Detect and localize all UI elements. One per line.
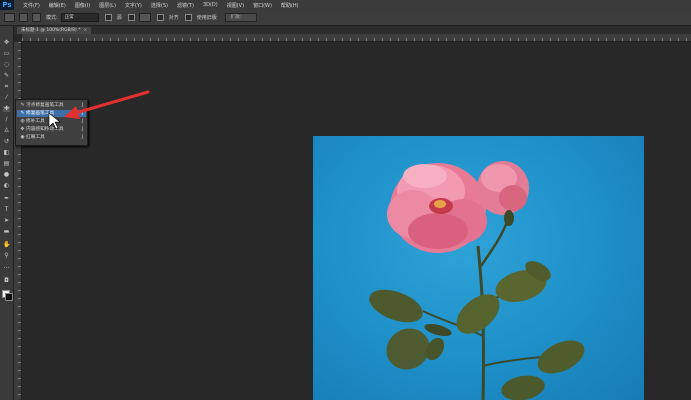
- content-aware-move-icon: ✥: [20, 127, 25, 132]
- flyout-item-spot-healing-brush[interactable]: ✎ 污点修复画笔工具 J: [17, 102, 86, 109]
- clone-source-panel-button[interactable]: [32, 13, 41, 22]
- menu-3d[interactable]: 3D(D): [203, 2, 218, 8]
- menu-help[interactable]: 帮助(H): [281, 2, 299, 9]
- healing-brush-icon: ✎: [20, 111, 25, 116]
- menu-layer[interactable]: 图层(L): [99, 2, 116, 9]
- brush-preset-picker[interactable]: [19, 13, 28, 22]
- shape-tool-icon[interactable]: ▬: [3, 229, 10, 235]
- pen-tool-icon[interactable]: ✒: [3, 196, 10, 202]
- legacy-label: 使用旧版: [196, 15, 217, 21]
- eraser-tool-icon[interactable]: ◧: [3, 150, 10, 156]
- menu-file[interactable]: 文件(F): [23, 2, 40, 9]
- rose-image: [369, 161, 585, 400]
- flyout-item-shortcut: J: [81, 103, 83, 108]
- type-tool-icon[interactable]: T: [3, 207, 10, 213]
- zoom-tool-icon[interactable]: ⚲: [3, 253, 10, 259]
- brush-tool-icon[interactable]: ∕: [3, 117, 10, 123]
- diffusion-field[interactable]: 扩散:: [224, 13, 257, 22]
- document-tab-title: 未标题-1 @ 100%(RGB/8) *: [21, 28, 81, 33]
- document-tab-bar: 未标题-1 @ 100%(RGB/8) * ×: [14, 26, 691, 34]
- menu-edit[interactable]: 编辑(E): [49, 2, 66, 9]
- aligned-checkbox[interactable]: [156, 14, 164, 21]
- crop-tool-icon[interactable]: ⌗: [3, 84, 10, 90]
- mode-label: 模式:: [46, 15, 58, 21]
- path-select-tool-icon[interactable]: ➤: [3, 218, 10, 224]
- flyout-item-patch[interactable]: ◍修补工具 J: [17, 118, 86, 125]
- gradient-tool-icon[interactable]: ▤: [3, 161, 10, 167]
- patch-icon: ◍: [20, 119, 25, 124]
- healing-tools-flyout: ✎ 污点修复画笔工具 J ✎ 修复画笔工具 J ◍修补工具 J ✥ 内容感知移动工具 J ◉红…: [15, 99, 88, 146]
- flyout-item-shortcut: J: [81, 135, 83, 140]
- flyout-item-healing-brush[interactable]: ✎ 修复画笔工具 J: [17, 110, 86, 117]
- flyout-item-shortcut: J: [81, 111, 83, 116]
- tool-preset-picker[interactable]: [4, 13, 15, 22]
- mode-select[interactable]: 正常: [60, 13, 99, 22]
- options-bar: 模式: 正常 源 对齐 使用旧版 扩散:: [0, 10, 691, 26]
- pattern-picker[interactable]: [138, 13, 151, 22]
- red-eye-icon: ◉: [20, 135, 25, 140]
- flyout-item-shortcut: J: [81, 127, 83, 132]
- menu-type[interactable]: 文字(Y): [125, 2, 142, 9]
- spot-healing-brush-icon: ✎: [20, 103, 25, 108]
- flyout-item-label: 污点修复画笔工具: [26, 103, 64, 108]
- horizontal-ruler[interactable]: [22, 34, 691, 42]
- history-brush-tool-icon[interactable]: ↺: [3, 139, 10, 145]
- flyout-item-label: 红眼工具: [26, 135, 45, 140]
- menu-select[interactable]: 选择(S): [151, 2, 168, 9]
- aligned-label: 对齐: [168, 15, 179, 21]
- hand-tool-icon[interactable]: ✋: [3, 242, 10, 248]
- menu-bar: Ps 文件(F) 编辑(E) 图像(I) 图层(L) 文字(Y) 选择(S) 滤…: [0, 0, 691, 10]
- screen-mode-icon[interactable]: [3, 289, 10, 295]
- clone-stamp-tool-icon[interactable]: ♙: [3, 128, 10, 134]
- lasso-tool-icon[interactable]: ◌: [3, 62, 10, 68]
- source-label: 源: [116, 15, 122, 21]
- vertical-ruler[interactable]: [14, 42, 22, 400]
- source-radio[interactable]: [104, 14, 112, 21]
- move-tool-icon[interactable]: ✥: [3, 40, 10, 46]
- document-tab[interactable]: 未标题-1 @ 100%(RGB/8) * ×: [17, 27, 92, 34]
- flyout-item-label: 内容感知移动工具: [26, 127, 64, 132]
- flyout-item-content-aware-move[interactable]: ✥ 内容感知移动工具 J: [17, 126, 86, 133]
- rose-photo[interactable]: [313, 136, 644, 400]
- pattern-radio[interactable]: [127, 14, 135, 21]
- quick-mask-icon[interactable]: ◘: [3, 278, 10, 284]
- flyout-item-label: 修复画笔工具: [26, 111, 55, 116]
- flyout-item-red-eye[interactable]: ◉红眼工具 J: [17, 134, 86, 141]
- quick-select-tool-icon[interactable]: ✎: [3, 73, 10, 79]
- menu-filter[interactable]: 滤镜(T): [177, 2, 194, 9]
- healing-brush-tool-icon[interactable]: ✚: [3, 106, 10, 112]
- eyedropper-tool-icon[interactable]: ⁄: [3, 95, 10, 101]
- menu-view[interactable]: 视图(V): [227, 2, 244, 9]
- blur-tool-icon[interactable]: ●: [3, 172, 10, 178]
- legacy-checkbox[interactable]: [184, 14, 192, 21]
- more-tools-icon[interactable]: …: [3, 264, 10, 270]
- marquee-tool-icon[interactable]: ▭: [3, 51, 10, 57]
- close-tab-icon[interactable]: ×: [83, 28, 87, 33]
- flyout-item-shortcut: J: [81, 119, 83, 124]
- menu-window[interactable]: 窗口(W): [253, 2, 272, 9]
- menu-image[interactable]: 图像(I): [75, 2, 90, 9]
- flyout-item-label: 修补工具: [26, 119, 45, 124]
- dodge-tool-icon[interactable]: ◐: [3, 183, 10, 189]
- photoshop-logo: Ps: [0, 0, 14, 10]
- tools-panel: ✥ ▭ ◌ ✎ ⌗ ⁄ ✚ ∕ ♙ ↺ ◧ ▤ ● ◐ ✒ T ➤ ▬ ✋ ⚲ …: [0, 26, 14, 400]
